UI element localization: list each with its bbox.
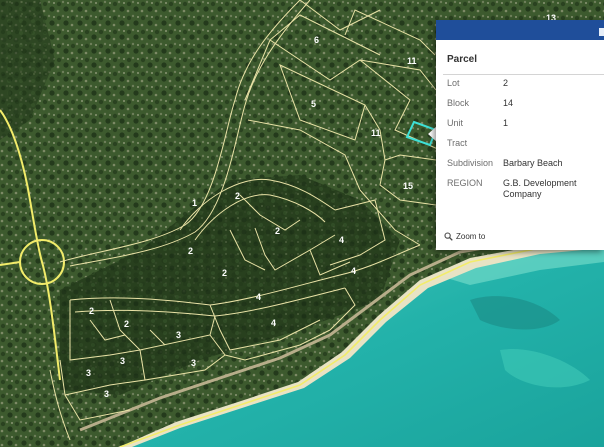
parcel-label: 4 — [339, 235, 344, 245]
attribute-row: Lot 2 — [447, 78, 603, 89]
parcel-label: 2 — [275, 226, 280, 236]
attribute-value — [503, 138, 603, 149]
attribute-value: Barbary Beach — [503, 158, 563, 168]
parcel-label: 6 — [314, 35, 319, 45]
parcel-label: 15 — [403, 181, 413, 191]
parcel-label: 11 — [407, 56, 417, 66]
parcel-label: 2 — [222, 268, 227, 278]
attribute-value: 1 — [503, 118, 509, 128]
popup-header — [436, 20, 604, 40]
attribute-row: Unit 1 — [447, 118, 603, 129]
attribute-row: Subdivision Barbary Beach — [447, 158, 603, 169]
zoom-to-link[interactable]: Zoom to — [444, 232, 485, 241]
attribute-row: Tract — [447, 138, 603, 149]
parcel-label: 3 — [104, 389, 109, 399]
attribute-key: Unit — [447, 118, 464, 128]
parcel-label: 11 — [371, 128, 381, 138]
magnifier-icon — [444, 232, 453, 241]
attribute-key: Lot — [447, 78, 460, 88]
parcel-label: 4 — [256, 292, 261, 302]
parcel-label: 3 — [120, 356, 125, 366]
attribute-value: G.B. Development Company — [503, 178, 577, 199]
attribute-key: Tract — [447, 138, 468, 148]
parcel-popup: Parcel Lot 2 Block 14 Unit 1 Tract Subdi… — [436, 20, 604, 250]
attribute-row: REGION G.B. Development Company — [447, 178, 603, 200]
zoom-to-label: Zoom to — [456, 232, 486, 241]
parcel-label: 4 — [271, 318, 276, 328]
parcel-label: 5 — [311, 99, 316, 109]
attribute-row: Block 14 — [447, 98, 603, 109]
attribute-key: Subdivision — [447, 158, 494, 168]
parcel-label: 1 — [192, 198, 197, 208]
parcel-label: 2 — [235, 191, 240, 201]
attribute-value: 14 — [503, 98, 514, 108]
attribute-key: Block — [447, 98, 470, 108]
attribute-table: Lot 2 Block 14 Unit 1 Tract Subdivision … — [447, 78, 603, 209]
popup-divider — [443, 74, 604, 75]
parcel-label: 2 — [188, 246, 193, 256]
attribute-key: REGION — [447, 178, 483, 188]
attribute-value: 2 — [503, 78, 509, 88]
parcel-label: 2 — [89, 306, 94, 316]
popup-title: Parcel — [447, 54, 478, 65]
parcel-label: 3 — [191, 358, 196, 368]
maximize-icon[interactable] — [599, 28, 604, 36]
parcel-label: 2 — [124, 319, 129, 329]
parcel-label: 3 — [176, 330, 181, 340]
parcel-label: 4 — [351, 266, 356, 276]
parcel-label: 3 — [86, 368, 91, 378]
